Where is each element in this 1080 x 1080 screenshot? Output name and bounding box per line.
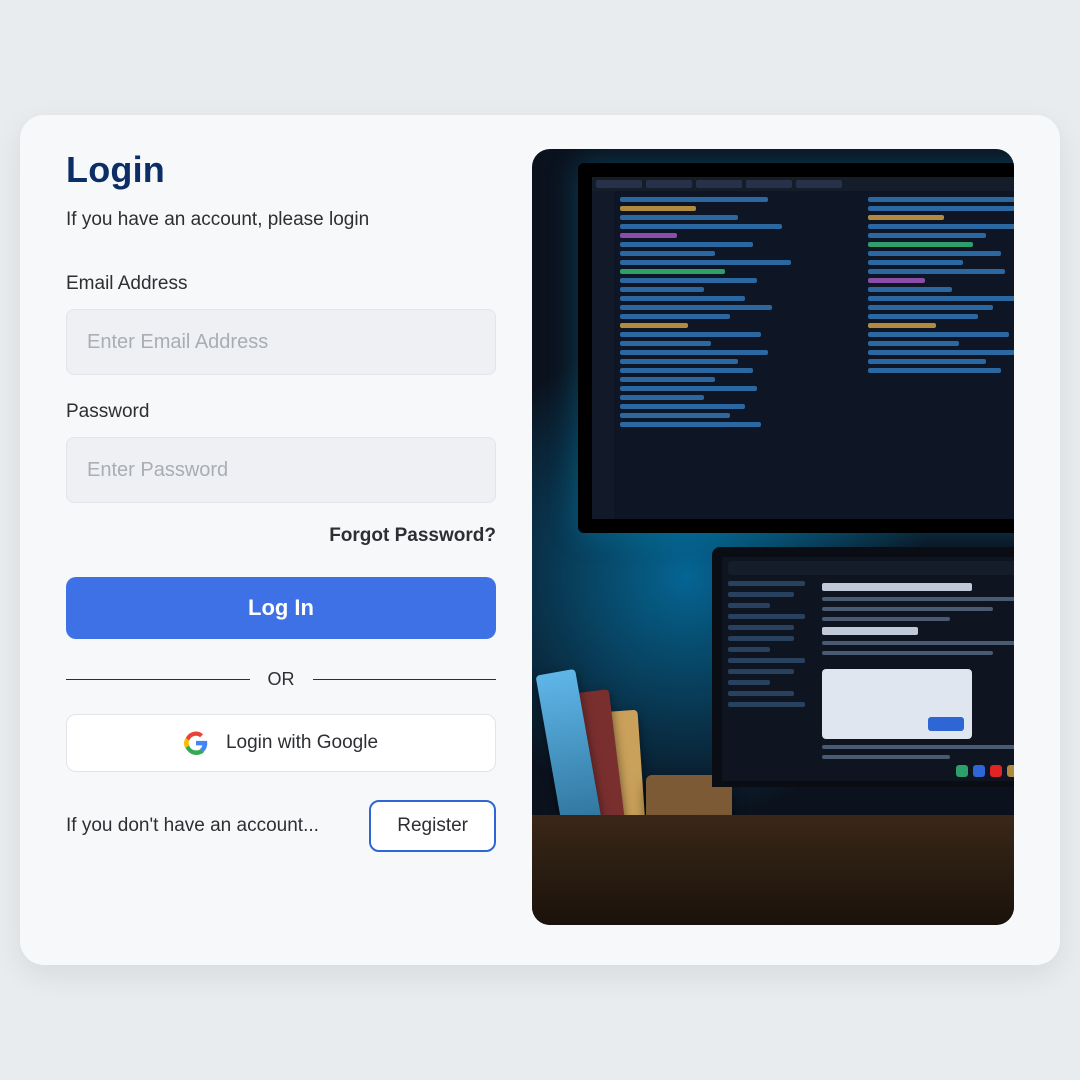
desktop-monitor-illustration bbox=[578, 163, 1014, 533]
password-field[interactable] bbox=[66, 437, 496, 503]
login-with-google-button[interactable]: Login with Google bbox=[66, 714, 496, 772]
login-card: Login If you have an account, please log… bbox=[20, 115, 1060, 965]
register-button[interactable]: Register bbox=[369, 800, 496, 852]
divider-line-right bbox=[313, 679, 497, 680]
page-subtitle: If you have an account, please login bbox=[66, 209, 496, 231]
divider-label: OR bbox=[268, 669, 295, 690]
page-title: Login bbox=[66, 149, 496, 191]
google-icon bbox=[184, 731, 208, 755]
email-label: Email Address bbox=[66, 273, 496, 295]
login-form-panel: Login If you have an account, please log… bbox=[66, 149, 496, 925]
no-account-text: If you don't have an account... bbox=[66, 815, 319, 837]
register-row: If you don't have an account... Register bbox=[66, 800, 496, 852]
forgot-password-link[interactable]: Forgot Password? bbox=[329, 525, 496, 547]
google-button-label: Login with Google bbox=[226, 732, 378, 754]
password-label: Password bbox=[66, 401, 496, 423]
login-button[interactable]: Log In bbox=[66, 577, 496, 639]
email-field[interactable] bbox=[66, 309, 496, 375]
divider-line-left bbox=[66, 679, 250, 680]
hero-image bbox=[532, 149, 1014, 925]
divider: OR bbox=[66, 669, 496, 690]
